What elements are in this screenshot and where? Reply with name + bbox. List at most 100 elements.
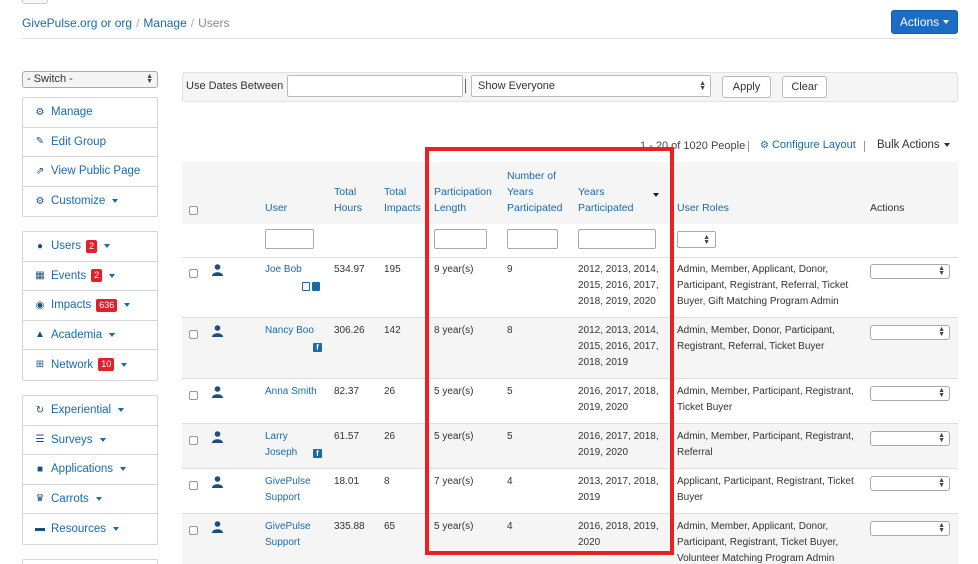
list-icon: ☰ <box>35 434 45 446</box>
sidebar-group-manage: ⚙ Manage ✎ Edit Group ⇗ View Public Page ⚙ C… <box>22 97 158 217</box>
user-name-link[interactable]: GivePulse Support <box>265 519 311 551</box>
row-checkbox[interactable] <box>189 481 198 490</box>
user-name-link[interactable]: Nancy Boo <box>265 323 314 339</box>
column-header-total-impacts[interactable]: Total Impacts <box>384 184 421 216</box>
user-icon[interactable] <box>212 521 223 533</box>
row-actions-select[interactable]: ▲ ▼ <box>870 431 950 446</box>
dates-label: Use Dates Between <box>186 80 284 92</box>
facebook-icon[interactable]: f <box>313 448 322 458</box>
column-header-total-hours[interactable]: Total Hours <box>334 184 362 216</box>
row-actions-select[interactable]: ▲ ▼ <box>870 476 950 491</box>
row-checkbox[interactable] <box>189 330 198 339</box>
configure-layout-label: Configure Layout <box>771 139 856 151</box>
user-icon[interactable] <box>212 386 223 398</box>
sidebar-item-edit-group[interactable]: ✎ Edit Group <box>23 128 157 157</box>
user-icon[interactable] <box>212 264 223 276</box>
document-filled-icon[interactable] <box>312 281 320 291</box>
user-roles-cell: Admin, Member, Participant, Registrant, R… <box>677 431 854 458</box>
user-roles-cell: Admin, Member, Applicant, Donor, Particip… <box>677 264 849 307</box>
user-roles-filter-select[interactable]: ▲ ▼ <box>677 231 716 248</box>
breadcrumb-separator: / <box>190 16 195 30</box>
user-icon: ● <box>36 240 44 252</box>
breadcrumb-current: Users <box>198 16 230 30</box>
caret-down-icon <box>121 362 128 367</box>
user-roles-cell: Applicant, Participant, Registrant, Tick… <box>677 476 854 503</box>
document-icon[interactable] <box>302 281 310 291</box>
caret-down-icon <box>943 20 950 24</box>
user-roles-cell: Admin, Member, Donor, Participant, Regist… <box>677 325 835 352</box>
bulk-actions-dropdown[interactable]: Bulk Actions <box>877 139 950 151</box>
select-arrows-icon: ▲ ▼ <box>938 265 945 277</box>
breadcrumb-manage[interactable]: Manage <box>143 16 186 30</box>
sidebar-item-experiential[interactable]: ↻ Experiential <box>23 396 157 426</box>
row-actions-select[interactable]: ▲ ▼ <box>870 264 950 279</box>
sidebar-item-carrots[interactable]: ♛ Carrots <box>23 485 157 514</box>
select-all-checkbox[interactable] <box>189 206 198 215</box>
apply-button[interactable]: Apply <box>722 76 771 98</box>
sidebar-item-applications[interactable]: ■ Applications <box>23 455 157 485</box>
group-switch-select[interactable]: - Switch - ▲ ▼ <box>22 71 158 88</box>
show-everyone-select[interactable]: Show Everyone ▲ ▼ <box>471 75 711 97</box>
sidebar-item-resources[interactable]: ▬ Resources <box>23 514 157 544</box>
user-icon[interactable] <box>212 431 223 443</box>
bulk-actions-label: Bulk Actions <box>877 139 940 151</box>
configure-layout-link[interactable]: ⚙ Configure Layout <box>760 139 856 151</box>
user-name-link[interactable]: Joe Bob <box>265 262 302 278</box>
sidebar-item-academia[interactable]: ▲ Academia <box>23 321 157 350</box>
user-roles-cell: Admin, Member, Participant, Registrant, T… <box>677 386 854 413</box>
breadcrumb-separator: / <box>136 16 140 30</box>
sidebar-item-manage[interactable]: ⚙ Manage <box>23 98 157 128</box>
pencil-icon: ✎ <box>35 136 45 148</box>
caret-down-icon <box>112 526 119 531</box>
user-roles-cell: Admin, Member, Applicant, Donor, Particip… <box>677 521 839 564</box>
external-link-icon: ⇗ <box>35 165 45 177</box>
row-actions-select[interactable]: ▲ ▼ <box>870 521 950 536</box>
select-arrows-icon: ▲ ▼ <box>938 326 945 338</box>
breadcrumb-org[interactable]: GivePulse.org or org <box>22 16 132 30</box>
sidebar-item-impacts[interactable]: ◉ Impacts 636 <box>23 291 157 321</box>
clear-button[interactable]: Clear <box>782 76 827 98</box>
sidebar-item-events[interactable]: ▦ Events 2 <box>23 262 157 291</box>
user-name-link[interactable]: Larry Joseph <box>265 429 297 461</box>
user-icon[interactable] <box>212 325 223 337</box>
facebook-icon[interactable]: f <box>313 342 322 352</box>
total-hours-cell: 335.88 <box>334 521 365 532</box>
total-impacts-cell: 65 <box>384 521 396 532</box>
sidebar-item-surveys[interactable]: ☰ Surveys <box>23 426 157 455</box>
sidebar-item-network[interactable]: ⊞ Network 10 <box>23 350 157 380</box>
row-actions-select[interactable]: ▲ ▼ <box>870 325 950 340</box>
total-hours-cell: 61.57 <box>334 431 360 442</box>
row-checkbox[interactable] <box>189 391 198 400</box>
user-name-link[interactable]: GivePulse Support <box>265 474 311 506</box>
actions-button[interactable]: Actions <box>891 10 958 34</box>
user-name-link[interactable]: Anna Smith <box>265 384 317 400</box>
row-checkbox[interactable] <box>189 436 198 445</box>
select-arrows-icon: ▲ ▼ <box>146 73 153 85</box>
user-filter-input[interactable] <box>265 229 314 249</box>
caret-down-icon <box>943 143 950 147</box>
caret-down-icon <box>124 303 131 308</box>
total-hours-cell: 306.26 <box>334 325 365 336</box>
top-stub-button[interactable] <box>22 0 48 4</box>
column-header-user-roles[interactable]: User Roles <box>677 200 729 216</box>
sidebar-item-customize[interactable]: ⚙ Customize <box>23 187 157 217</box>
toolbar-separator <box>864 141 865 152</box>
row-checkbox[interactable] <box>189 269 198 278</box>
caret-down-icon <box>118 408 125 413</box>
caret-down-icon <box>109 332 116 337</box>
total-hours-cell: 82.37 <box>334 386 360 397</box>
column-header-user[interactable]: User <box>265 200 287 216</box>
refresh-icon: ↻ <box>35 404 45 416</box>
date-range-input[interactable] <box>287 75 463 97</box>
total-impacts-cell: 195 <box>384 264 401 275</box>
user-icon[interactable] <box>212 476 223 488</box>
sidebar-item-label: Network <box>51 358 94 371</box>
sidebar-item-label: View Public Page <box>51 165 141 178</box>
date-range-separator <box>465 79 466 93</box>
select-arrows-icon: ▲ ▼ <box>938 387 945 399</box>
sidebar-item-users[interactable]: ● Users 2 <box>23 232 157 262</box>
sidebar-item-view-public-page[interactable]: ⇗ View Public Page <box>23 157 157 187</box>
row-actions-select[interactable]: ▲ ▼ <box>870 386 950 401</box>
sidebar-group-more <box>22 559 158 564</box>
row-checkbox[interactable] <box>189 526 198 535</box>
